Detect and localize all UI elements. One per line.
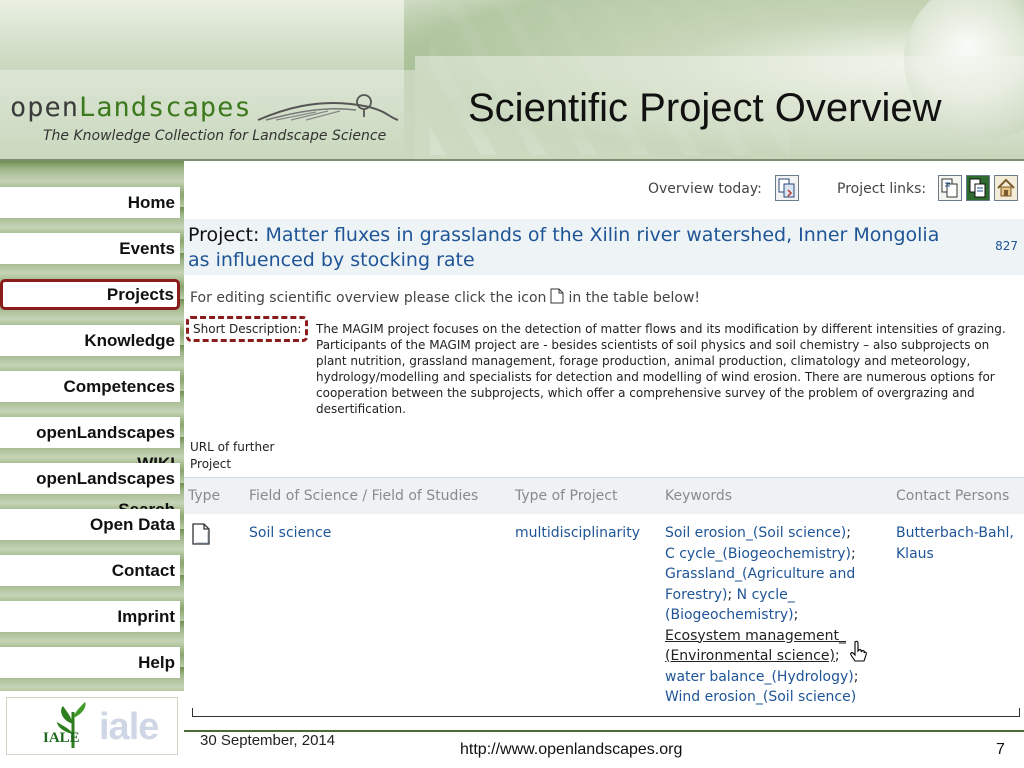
keyword-link[interactable]: Wind erosion_(Soil science) xyxy=(665,689,856,705)
project-toolbar: Overview today: Project links: xyxy=(184,171,1024,211)
main-content: Overview today: Project links: Project: … xyxy=(184,161,1024,717)
keyword-link[interactable]: Soil erosion_(Soil science) xyxy=(665,525,846,541)
short-description-label: Short Description: xyxy=(186,316,309,342)
iale-logo: IALE iale xyxy=(6,697,178,755)
column-header-keywords: Keywords xyxy=(665,488,733,504)
overview-icon[interactable] xyxy=(775,175,799,201)
project-heading: Project: Matter fluxes in grasslands of … xyxy=(188,223,958,273)
iale-wordmark: iale xyxy=(99,706,159,748)
overview-today-label: Overview today: xyxy=(648,181,762,197)
sidebar-item-events[interactable]: Events xyxy=(0,233,180,264)
sidebar-item-contact[interactable]: Contact xyxy=(0,555,180,586)
edit-document-icon[interactable] xyxy=(192,523,210,549)
footer-url[interactable]: http://www.openlandscapes.org xyxy=(460,741,682,759)
short-description-paragraph-1: The MAGIM project focuses on the detecti… xyxy=(316,322,1006,336)
field-of-science-cell[interactable]: Soil science xyxy=(249,523,331,544)
url-further-project-label: URL of further Project xyxy=(190,440,275,471)
project-link-icon-1[interactable] xyxy=(938,175,962,201)
column-header-project-type: Type of Project xyxy=(515,488,618,504)
project-title-row: Project: Matter fluxes in grasslands of … xyxy=(184,219,1024,275)
iale-sub-label: IALE xyxy=(43,730,80,746)
contact-person-cell[interactable]: Butterbach-Bahl, Klaus xyxy=(896,523,1021,564)
sidebar-item-projects[interactable]: Projects xyxy=(0,279,180,310)
table-header-row: Type Field of Science / Field of Studies… xyxy=(184,477,1024,514)
column-header-type: Type xyxy=(188,488,221,504)
project-prefix: Project: xyxy=(188,224,260,246)
footer-date: 30 September, 2014 xyxy=(200,732,336,749)
keywords-cell: Soil erosion_(Soil science); C cycle_(Bi… xyxy=(665,525,859,705)
sidebar-item-openlandscapes-wiki[interactable]: openLandscapes WIKI xyxy=(0,417,180,473)
sidebar-item-imprint[interactable]: Imprint xyxy=(0,601,180,632)
column-header-field: Field of Science / Field of Studies xyxy=(249,488,479,504)
hand-cursor-icon xyxy=(850,640,867,662)
footer-page-number: 7 xyxy=(996,741,1005,758)
sidebar-item-openlandscapes-search[interactable]: openLandscapes Search xyxy=(0,463,180,519)
openlandscapes-logo[interactable]: openLandscapes xyxy=(10,92,252,123)
keyword-link[interactable]: water balance_(Hydrology) xyxy=(665,669,854,685)
project-links-label: Project links: xyxy=(837,181,927,197)
column-header-contact: Contact Persons xyxy=(896,488,1010,504)
editing-note-before: For editing scientific overview please c… xyxy=(190,290,547,306)
sidebar-item-competences[interactable]: Competences xyxy=(0,371,180,402)
project-link-icon-2[interactable] xyxy=(966,175,990,201)
short-description-text: The MAGIM project focuses on the detecti… xyxy=(316,321,1012,417)
document-icon xyxy=(550,288,564,308)
editing-note-after: in the table below! xyxy=(568,290,701,306)
short-description-paragraph-2: Participants of the MAGIM project are - … xyxy=(316,338,995,416)
landscape-logo-icon xyxy=(257,94,399,121)
project-id: 827 xyxy=(995,239,1018,253)
keyword-link-hovered[interactable]: Ecosystem management_ (Environmental sci… xyxy=(665,628,846,665)
slide-title: Scientific Project Overview xyxy=(468,86,942,130)
project-type-cell[interactable]: multidisciplinarity xyxy=(515,523,640,544)
sidebar-item-knowledge[interactable]: Knowledge xyxy=(0,325,180,356)
project-title[interactable]: Matter fluxes in grasslands of the Xilin… xyxy=(188,224,939,271)
logo-tagline: The Knowledge Collection for Landscape S… xyxy=(43,128,387,144)
sidebar-item-open-data[interactable]: Open Data xyxy=(0,509,180,540)
logo-landscapes: Landscapes xyxy=(79,92,252,123)
editing-note: For editing scientific overview please c… xyxy=(190,288,700,308)
logo-open: open xyxy=(10,92,80,123)
keyword-link[interactable]: C cycle_(Biogeochemistry) xyxy=(665,546,851,562)
table-bottom-border xyxy=(192,708,1020,717)
home-icon[interactable] xyxy=(994,175,1018,201)
sidebar-item-home[interactable]: Home xyxy=(0,187,180,218)
sidebar-item-help[interactable]: Help xyxy=(0,647,180,678)
